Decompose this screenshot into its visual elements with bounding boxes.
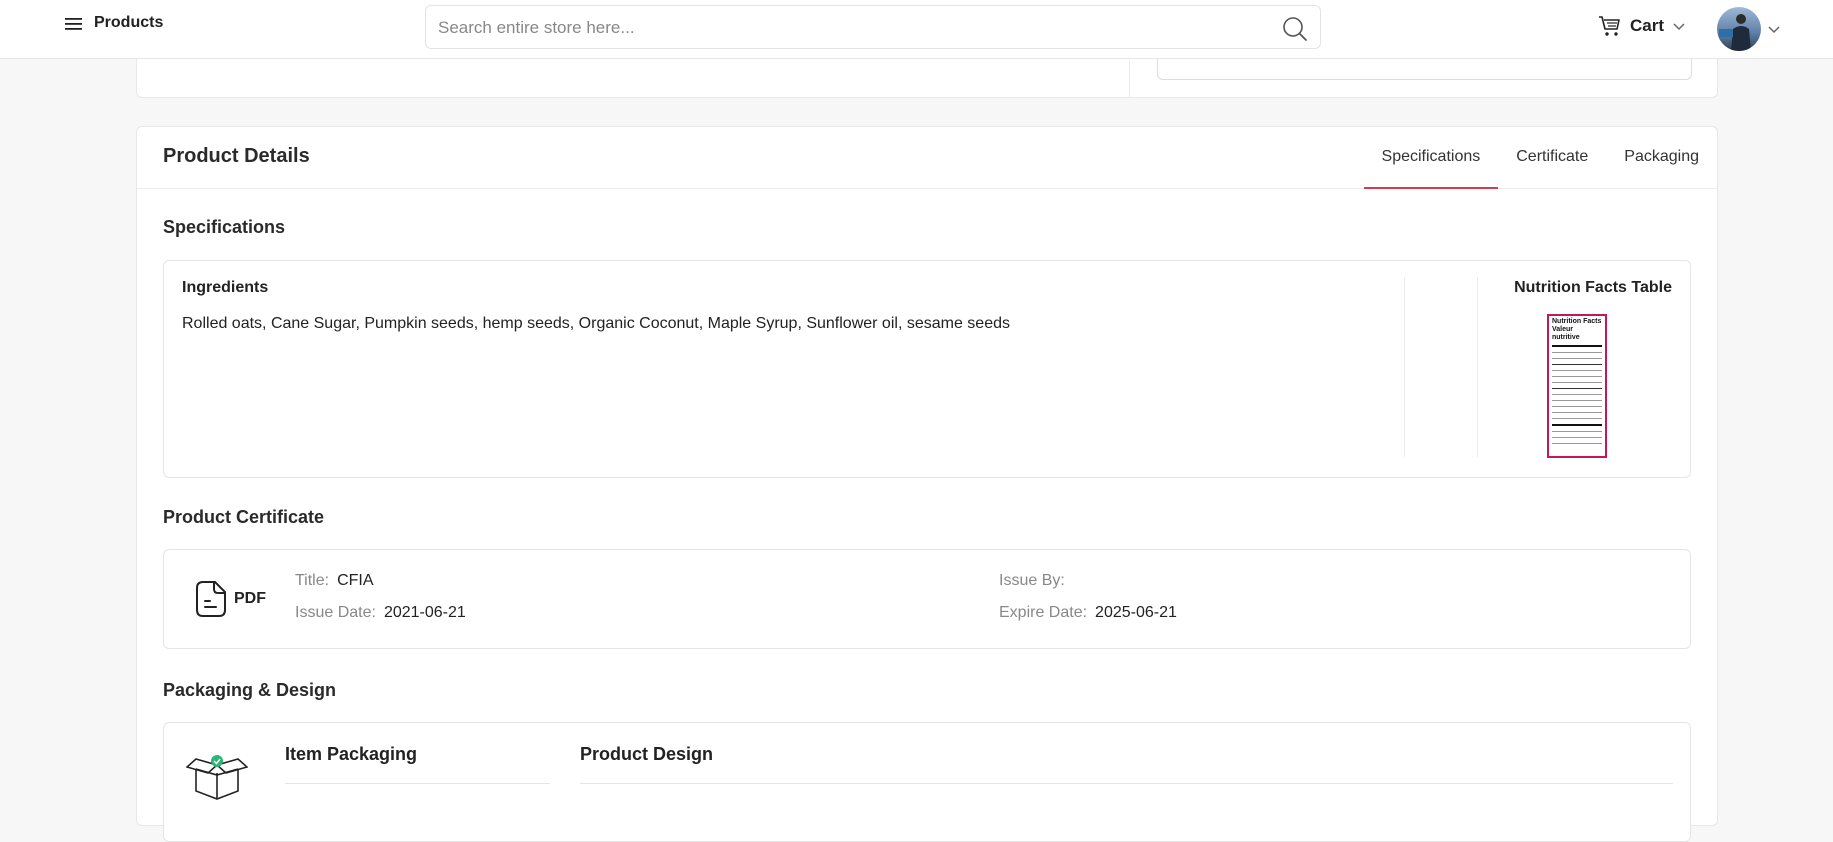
open-box-icon xyxy=(186,755,248,800)
search-input[interactable] xyxy=(436,6,1260,50)
certificate-box: PDF Title: CFIA Issue Date: 2021-06-21 Iss… xyxy=(163,549,1691,649)
products-menu-label: Products xyxy=(94,14,164,31)
nutrition-facts-heading: Nutrition Facts xyxy=(1552,318,1602,325)
issue-date-value: 2021-06-21 xyxy=(383,604,466,621)
issue-date-key: Issue Date: xyxy=(295,604,376,621)
tab-specifications[interactable]: Specifications xyxy=(1363,127,1499,189)
cart-label: Cart xyxy=(1630,16,1665,35)
nutrition-facts-heading-fr: Valeur nutritive xyxy=(1552,326,1580,341)
design-divider xyxy=(580,783,1673,784)
column-divider xyxy=(1477,277,1478,457)
tab-certificate[interactable]: Certificate xyxy=(1498,127,1606,188)
expire-date-key: Expire Date: xyxy=(999,604,1088,621)
item-packaging-label: Item Packaging xyxy=(285,744,418,764)
packaging-box: Item Packaging Product Design xyxy=(163,722,1691,842)
certificate-expire-date-field: Expire Date: 2025-06-21 xyxy=(999,604,1177,622)
document-icon xyxy=(196,581,226,617)
product-details-header: Product Details Specifications Certifica… xyxy=(137,127,1717,189)
expire-date-value: 2025-06-21 xyxy=(1095,604,1177,621)
user-account-menu[interactable] xyxy=(1717,7,1781,51)
cart-icon xyxy=(1599,16,1620,36)
search-icon[interactable] xyxy=(1282,16,1308,42)
hamburger-icon xyxy=(65,18,82,30)
search-bar xyxy=(425,5,1321,50)
nutrition-facts-label: Nutrition Facts Table xyxy=(1514,279,1672,296)
product-certificate-title: Product Certificate xyxy=(163,507,325,527)
certificate-issue-by-field: Issue By: xyxy=(999,572,1073,590)
certificate-title-field: Title: CFIA xyxy=(295,572,374,590)
certificate-issue-date-field: Issue Date: 2021-06-21 xyxy=(295,604,466,622)
cart-button[interactable]: Cart xyxy=(1598,14,1686,38)
products-menu-button[interactable]: Products xyxy=(64,14,163,32)
file-type-label: PDF xyxy=(234,590,266,607)
certificate-title-key: Title: xyxy=(295,572,330,589)
certificate-title-value: CFIA xyxy=(337,572,374,589)
ingredients-label: Ingredients xyxy=(182,279,269,296)
packaging-design-title: Packaging & Design xyxy=(163,680,337,700)
product-details-card: Product Details Specifications Certifica… xyxy=(136,126,1718,842)
specifications-box: Ingredients Rolled oats, Cane Sugar, Pum… xyxy=(163,260,1691,478)
nutrition-facts-image[interactable]: Nutrition Facts Valeur nutritive xyxy=(1547,314,1607,458)
avatar xyxy=(1717,7,1761,51)
chevron-down-icon xyxy=(1673,23,1685,31)
chevron-down-icon xyxy=(1768,26,1780,34)
product-design-label: Product Design xyxy=(580,744,714,764)
packaging-divider xyxy=(285,783,550,784)
product-details-tabs: Specifications Certificate Packaging xyxy=(1363,127,1717,189)
ingredients-text: Rolled oats, Cane Sugar, Pumpkin seeds, … xyxy=(182,315,1010,332)
top-navigation-bar: Products Cart xyxy=(0,0,1833,59)
tab-packaging[interactable]: Packaging xyxy=(1606,127,1717,188)
certificate-file[interactable]: PDF xyxy=(194,580,266,618)
specifications-title: Specifications xyxy=(163,217,286,237)
issue-by-key: Issue By: xyxy=(999,572,1065,589)
product-details-title: Product Details xyxy=(163,145,310,167)
column-divider xyxy=(1404,277,1405,457)
